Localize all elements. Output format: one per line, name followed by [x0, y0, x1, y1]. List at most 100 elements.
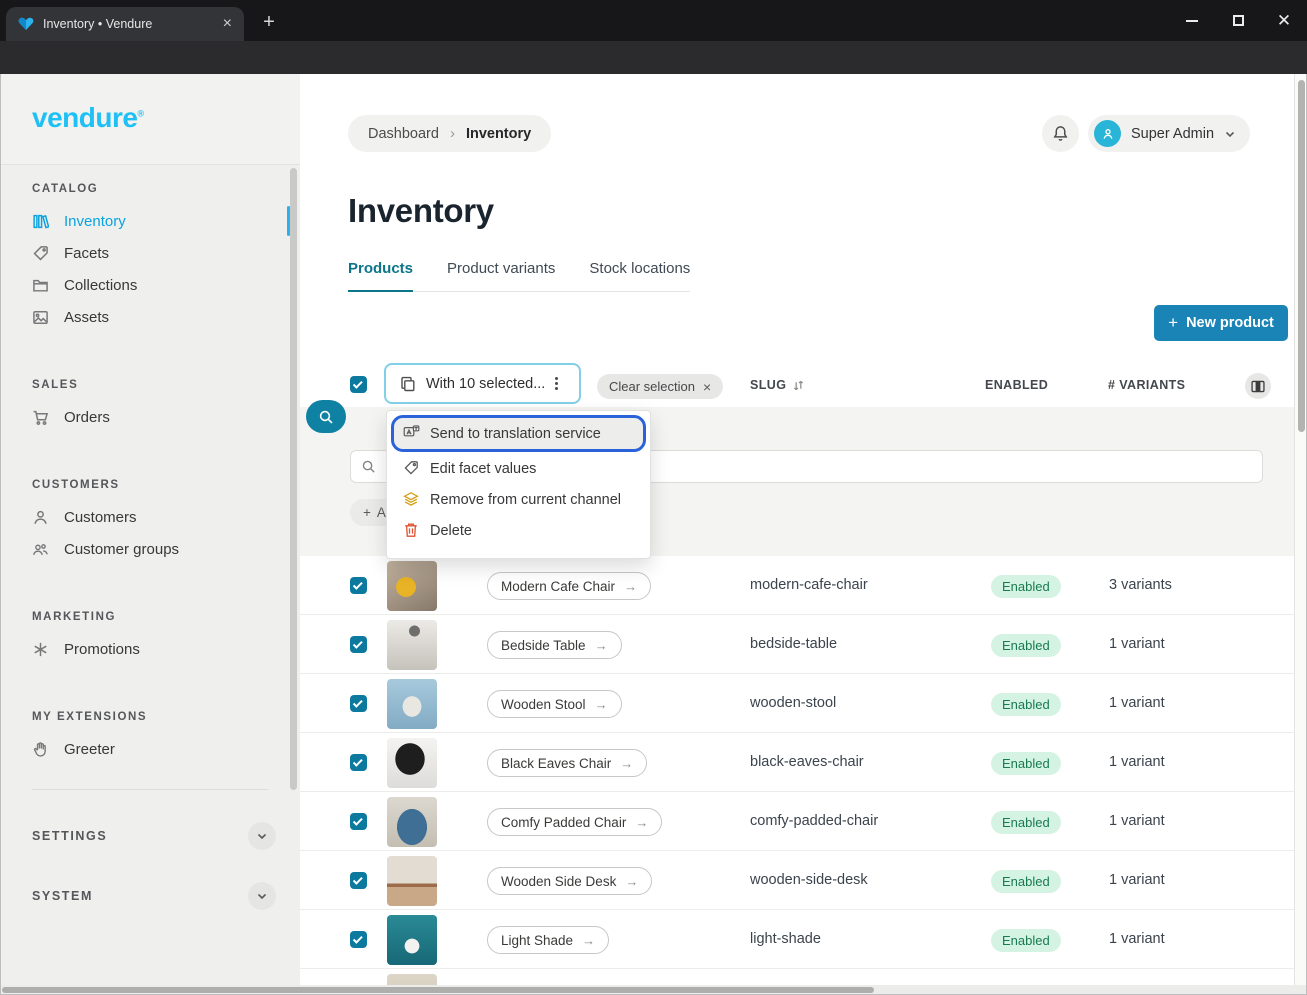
bell-icon [1052, 125, 1069, 142]
product-thumbnail [387, 974, 437, 985]
menu-item-delete[interactable]: Delete [387, 515, 650, 546]
copy-icon [400, 376, 416, 392]
enabled-badge: Enabled [991, 634, 1061, 657]
image-icon [32, 309, 49, 326]
product-slug: wooden-stool [750, 695, 836, 711]
tag-icon [32, 245, 49, 262]
horizontal-scrollbar-thumb[interactable] [2, 987, 874, 993]
system-expand-button[interactable] [248, 882, 276, 910]
product-name-link[interactable]: Black Eaves Chair→ [487, 749, 647, 777]
product-slug: black-eaves-chair [750, 754, 864, 770]
bulk-actions-button[interactable]: With 10 selected... [384, 363, 581, 404]
new-product-button[interactable]: + New product [1154, 305, 1288, 341]
browser-window: Inventory • Vendure × + ✕ ◁ ▷ localhost:… [0, 0, 1307, 995]
kebab-menu-icon [555, 377, 558, 390]
enabled-badge: Enabled [991, 870, 1061, 893]
vendure-favicon [18, 17, 34, 31]
menu-item-remove-from-channel[interactable]: Remove from current channel [387, 484, 650, 515]
sidebar-item-label: Promotions [64, 641, 140, 658]
sidebar-section-system: SYSTEM [32, 882, 276, 910]
product-name-link[interactable]: Wooden Side Desk→ [487, 867, 652, 895]
enabled-badge: Enabled [991, 575, 1061, 598]
arrow-right-icon: → [624, 579, 637, 594]
breadcrumb-dashboard-link[interactable]: Dashboard [368, 126, 439, 142]
horizontal-scrollbar [0, 985, 1307, 995]
column-header-slug[interactable]: SLUG [750, 378, 805, 392]
row-checkbox[interactable] [350, 754, 367, 771]
user-icon [32, 509, 49, 526]
menu-item-send-to-translation[interactable]: Send to translation service [394, 418, 643, 449]
sidebar-scrollbar-thumb[interactable] [290, 168, 297, 790]
row-checkbox[interactable] [350, 636, 367, 653]
sidebar-section-settings: SETTINGS [32, 822, 276, 850]
sidebar-item-customer-groups[interactable]: Customer groups [0, 533, 300, 565]
plus-icon: + [1168, 313, 1178, 333]
product-name-link[interactable]: Wooden Stool→ [487, 690, 622, 718]
sort-icon [792, 379, 805, 392]
select-all-checkbox[interactable] [350, 376, 367, 393]
tab-close-icon[interactable]: × [221, 16, 234, 32]
notifications-button[interactable] [1042, 115, 1079, 152]
tab-products[interactable]: Products [348, 260, 413, 292]
row-checkbox[interactable] [350, 931, 367, 948]
system-section-label: SYSTEM [32, 889, 93, 903]
menu-item-edit-facet-values[interactable]: Edit facet values [387, 453, 650, 484]
tab-stock-locations[interactable]: Stock locations [589, 260, 690, 292]
chevron-right-icon: › [450, 125, 455, 142]
user-name: Super Admin [1131, 126, 1214, 142]
library-icon [32, 213, 49, 230]
row-checkbox[interactable] [350, 577, 367, 594]
sidebar-item-label: Inventory [64, 213, 126, 230]
translate-icon [403, 425, 420, 442]
sidebar-item-inventory[interactable]: Inventory [0, 205, 300, 237]
row-checkbox[interactable] [350, 813, 367, 830]
row-checkbox[interactable] [350, 872, 367, 889]
product-name-link[interactable]: Bedside Table→ [487, 631, 622, 659]
window-minimize-button[interactable] [1169, 0, 1215, 41]
arrow-right-icon: → [595, 638, 608, 653]
search-toggle-button[interactable] [306, 400, 346, 433]
clear-selection-button[interactable]: Clear selection × [597, 374, 723, 399]
vertical-scrollbar-thumb[interactable] [1298, 80, 1305, 432]
product-slug: comfy-padded-chair [750, 813, 878, 829]
column-settings-button[interactable] [1245, 373, 1271, 399]
tab-product-variants[interactable]: Product variants [447, 260, 555, 292]
sidebar-item-customers[interactable]: Customers [0, 501, 300, 533]
product-name-link[interactable]: Comfy Padded Chair→ [487, 808, 662, 836]
sidebar-item-orders[interactable]: Orders [0, 401, 300, 433]
variant-count: 1 variant [1109, 695, 1165, 711]
sidebar-item-collections[interactable]: Collections [0, 269, 300, 301]
sidebar-item-promotions[interactable]: Promotions [0, 633, 300, 665]
product-name-link[interactable]: Light Shade→ [487, 926, 609, 954]
browser-tab[interactable]: Inventory • Vendure × [6, 7, 244, 41]
sidebar-item-greeter[interactable]: Greeter [0, 733, 300, 765]
sidebar-item-label: Greeter [64, 741, 115, 758]
arrow-right-icon: → [620, 756, 633, 771]
arrow-right-icon: → [582, 933, 595, 948]
table-row: Comfy Padded Chair→ comfy-padded-chair E… [300, 792, 1294, 851]
table-row: Bedside Table→ bedside-table Enabled 1 v… [300, 615, 1294, 674]
variant-count: 1 variant [1109, 872, 1165, 888]
arrow-right-icon: → [595, 697, 608, 712]
sidebar-item-assets[interactable]: Assets [0, 301, 300, 333]
sidebar-item-label: Assets [64, 309, 109, 326]
nav-section-sales: SALES [32, 379, 300, 391]
search-icon [361, 459, 376, 474]
row-checkbox[interactable] [350, 695, 367, 712]
sidebar-item-facets[interactable]: Facets [0, 237, 300, 269]
window-close-button[interactable]: ✕ [1261, 0, 1307, 41]
window-maximize-button[interactable] [1215, 0, 1261, 41]
product-thumbnail [387, 620, 437, 670]
settings-expand-button[interactable] [248, 822, 276, 850]
user-menu[interactable]: Super Admin [1088, 115, 1250, 152]
vertical-scrollbar [1294, 74, 1307, 985]
column-header-variants: # VARIANTS [1108, 378, 1185, 392]
sidebar-nav: CATALOG Inventory Facets Collections Ass… [0, 164, 300, 985]
new-tab-button[interactable]: + [256, 10, 282, 36]
sidebar-divider [32, 789, 268, 790]
product-name-link[interactable]: Modern Cafe Chair→ [487, 572, 651, 600]
sidebar-item-label: Orders [64, 409, 110, 426]
product-table: Modern Cafe Chair→ modern-cafe-chair Ena… [300, 556, 1294, 985]
breadcrumb-current: Inventory [466, 126, 531, 142]
product-slug: light-shade [750, 931, 821, 947]
